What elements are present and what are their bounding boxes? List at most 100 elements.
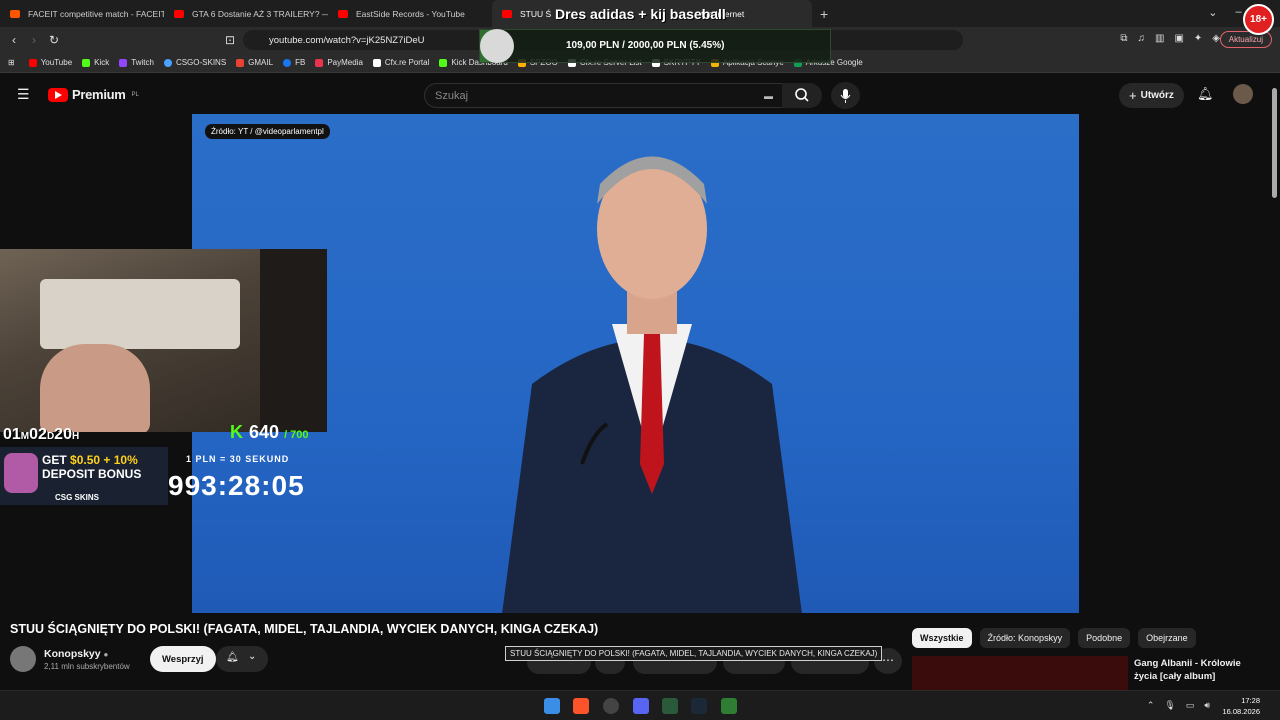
- video-source-label: Źródło: YT / @videoparlamentpl: [205, 124, 330, 139]
- subathon-big-timer: 993:28:05: [168, 470, 305, 501]
- rate-text: 1 PLN = 30 SEKUND: [186, 454, 290, 464]
- chip-all[interactable]: Wszystkie: [912, 628, 972, 648]
- microphone-icon: [840, 89, 851, 103]
- volume-icon[interactable]: 🔊︎: [1204, 700, 1210, 711]
- puzzle-icon[interactable]: ⧉: [1120, 33, 1127, 44]
- subscription-bell-button[interactable]: 🔔︎ ⌄: [216, 646, 268, 672]
- new-tab-icon[interactable]: +: [820, 6, 828, 22]
- bookmark-fb[interactable]: FB: [283, 58, 305, 67]
- bookmark-kick[interactable]: Kick: [82, 58, 109, 67]
- bookmark-label: Twitch: [131, 58, 154, 67]
- search-button[interactable]: [782, 83, 822, 108]
- support-button[interactable]: Wesprzyj: [150, 646, 216, 672]
- bookmark-label: YouTube: [40, 58, 73, 67]
- related-filter-chips: Wszystkie Źródło: Konopskyy Podobne Obej…: [912, 628, 1196, 648]
- chip-similar[interactable]: Podobne: [1078, 628, 1131, 648]
- logo-region: PL: [131, 91, 139, 98]
- twitch-icon: [119, 58, 128, 67]
- network-icon[interactable]: ▭: [1186, 700, 1195, 711]
- media-icon[interactable]: ♫: [1138, 33, 1146, 44]
- webcam-sofa: [40, 279, 240, 349]
- discord-icon[interactable]: [633, 698, 649, 714]
- bookmark-gmail[interactable]: GMAIL: [236, 58, 273, 67]
- sidebar-icon[interactable]: ▥: [1155, 33, 1164, 44]
- bookmark-twitch[interactable]: Twitch: [119, 58, 154, 67]
- sparkle-icon[interactable]: ✦: [1194, 33, 1202, 44]
- bookmark-label: FB: [295, 58, 306, 67]
- apps-icon[interactable]: ⊞: [8, 58, 15, 67]
- logo-text: Premium: [72, 87, 126, 102]
- bookmark-cfx-portal[interactable]: Cfx.re Portal: [372, 58, 429, 67]
- title-tooltip: STUU ŚCIĄGNIĘTY DO POLSKI! (FAGATA, MIDE…: [505, 646, 883, 661]
- clock-date: 16.08.2026: [1222, 707, 1260, 716]
- promo-mascot-icon: [4, 453, 38, 493]
- goal-title: Dres adidas + kij baseball: [555, 6, 726, 22]
- tab-label: STUU Ś: [520, 8, 552, 19]
- bookmark-icon[interactable]: ⊡: [220, 33, 240, 47]
- bookmark-csgo-skins[interactable]: CSGO-SKINS: [163, 58, 226, 67]
- windows-start-icon[interactable]: [544, 698, 560, 714]
- youtube-favicon-icon: [174, 9, 184, 18]
- bookmark-paymedia[interactable]: PayMedia: [315, 58, 363, 67]
- bookmark-youtube[interactable]: YouTube: [28, 58, 73, 67]
- csgo-skins-promo: GET $0.50 + 10% DEPOSIT BONUS CSG SKINS: [0, 447, 168, 505]
- tab-label: EastSide Records - YouTube: [356, 8, 465, 19]
- faceit-favicon-icon: [10, 9, 20, 18]
- brave-browser-icon[interactable]: [573, 698, 589, 714]
- tab-faceit[interactable]: FACEIT competitive match - FACEIT.c: [0, 0, 164, 27]
- channel-name[interactable]: Konopskyy ●: [44, 648, 130, 660]
- tab-gta6[interactable]: GTA 6 Dostanie AŻ 3 TRAILERY? — R: [164, 0, 328, 27]
- related-video-thumbnail[interactable]: [912, 656, 1128, 690]
- system-tray: ⌃ 🎙︎ ▭ 🔊︎: [1147, 700, 1210, 711]
- excel-icon[interactable]: [662, 698, 678, 714]
- bell-icon[interactable]: 🔔︎: [1197, 86, 1214, 102]
- promo-brand: CSG SKINS: [55, 493, 100, 502]
- steam-icon[interactable]: [691, 698, 707, 714]
- youtube-logo[interactable]: Premium PL: [48, 87, 139, 102]
- youtube-icon: [28, 58, 37, 67]
- channel-avatar[interactable]: [10, 646, 36, 672]
- reload-icon[interactable]: ↻: [44, 33, 64, 47]
- tab-eastside[interactable]: EastSide Records - YouTube: [328, 0, 492, 27]
- forward-icon[interactable]: ›: [24, 33, 44, 47]
- youtube-header: ☰ Premium PL Szukaj ▬ + Utwórz 🔔︎: [0, 76, 1280, 114]
- search-input[interactable]: Szukaj ▬: [424, 83, 784, 108]
- avatar[interactable]: [1233, 84, 1253, 104]
- bookmark-label: GMAIL: [248, 58, 274, 67]
- bookmark-label: Kick: [94, 58, 110, 67]
- minimize-icon[interactable]: –: [1235, 6, 1241, 19]
- app-icon[interactable]: [721, 698, 737, 714]
- voice-search-button[interactable]: [831, 82, 860, 109]
- plus-icon: +: [1129, 88, 1137, 103]
- wallet-icon[interactable]: ▣: [1174, 33, 1183, 44]
- search-icon: [795, 88, 809, 102]
- channel-info[interactable]: Konopskyy ● 2,11 mln subskrybentów: [10, 646, 130, 672]
- create-button[interactable]: + Utwórz: [1119, 83, 1184, 108]
- microphone-icon[interactable]: 🎙︎: [1164, 700, 1175, 711]
- related-video-title[interactable]: Gang Albanii - Królowie życia [cały albu…: [1134, 657, 1264, 683]
- chip-watched[interactable]: Obejrzane: [1138, 628, 1196, 648]
- channel-name-text: Konopskyy: [44, 647, 101, 660]
- taskbar-clock[interactable]: 17:28 16.08.2026: [1222, 695, 1260, 717]
- timer-hour-unit: H: [71, 431, 80, 442]
- timer-months: 01: [3, 426, 21, 443]
- kick-icon: [439, 58, 448, 67]
- promo-line-1-prefix: GET: [42, 453, 71, 467]
- facebook-icon: [283, 58, 292, 67]
- page-scrollbar[interactable]: [1272, 88, 1277, 198]
- back-icon[interactable]: ‹: [4, 33, 24, 47]
- chevron-down-icon: ⌄: [248, 651, 257, 662]
- promo-line-1: GET $0.50 + 10%: [42, 453, 138, 467]
- clock-time: 17:28: [1241, 696, 1260, 705]
- menu-icon[interactable]: ☰: [17, 86, 30, 103]
- url-text: youtube.com/watch?v=jK25NZ7iDeU: [269, 34, 425, 46]
- timer-days: 02: [29, 426, 47, 443]
- chevron-up-icon[interactable]: ⌃: [1147, 700, 1155, 711]
- chevron-down-icon[interactable]: ⌄: [1208, 6, 1217, 19]
- timer-hours: 20: [54, 426, 72, 443]
- obs-icon[interactable]: [603, 698, 619, 714]
- chip-source[interactable]: Źródło: Konopskyy: [979, 628, 1071, 648]
- vpn-icon[interactable]: ◈: [1212, 33, 1220, 44]
- keyboard-icon[interactable]: ▬: [764, 91, 773, 101]
- timer-month-unit: M: [20, 431, 30, 442]
